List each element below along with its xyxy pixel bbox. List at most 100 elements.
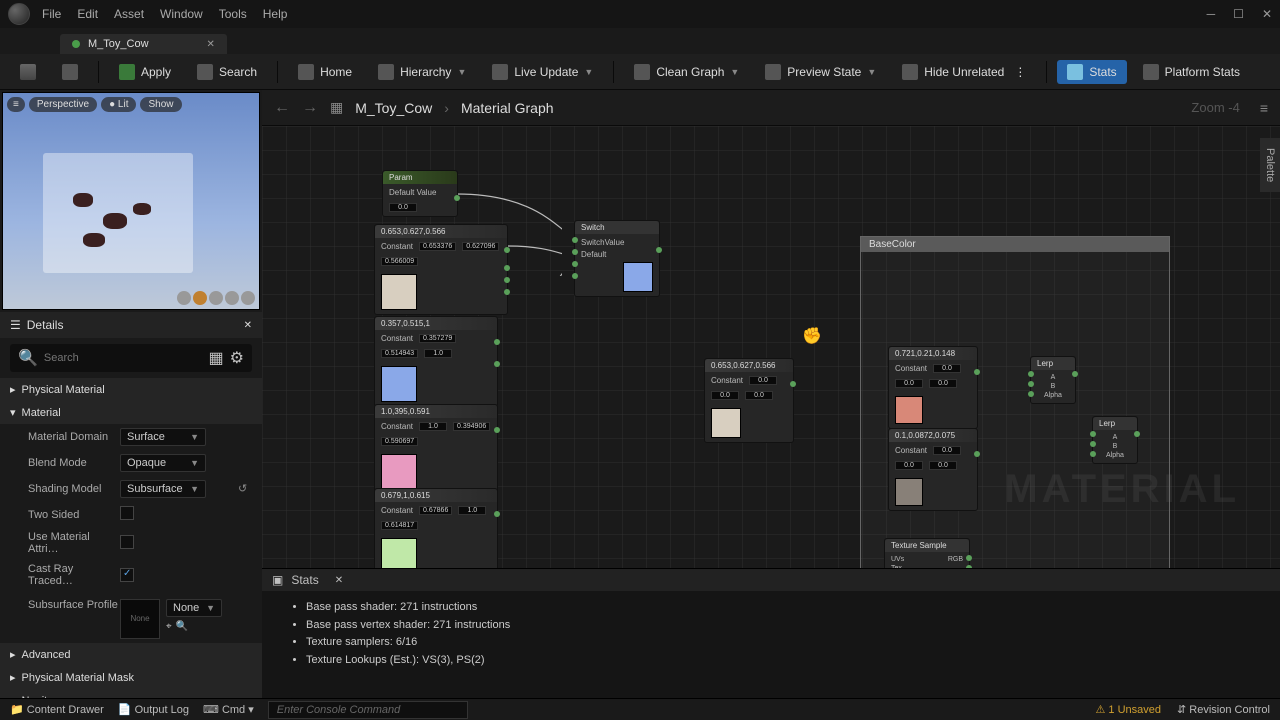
- dirty-dot-icon: [72, 40, 80, 48]
- graph-home-icon[interactable]: ▦: [330, 99, 343, 116]
- content-drawer-button[interactable]: 📁 Content Drawer: [10, 703, 104, 716]
- swatch-icon: [711, 408, 741, 438]
- category-advanced[interactable]: ▸Advanced: [0, 643, 262, 666]
- swatch-icon: [895, 396, 923, 424]
- apply-icon: [119, 64, 135, 80]
- category-material[interactable]: ▾Material: [0, 401, 262, 424]
- nav-forward-icon[interactable]: →: [302, 99, 318, 117]
- console-input[interactable]: Enter Console Command: [268, 701, 468, 719]
- node-constant-3[interactable]: 1.0,395,0.591 Constant 1.00.3949060.5906…: [374, 404, 498, 495]
- browse-icon: [62, 64, 78, 80]
- node-constant-5[interactable]: 0.653,0.627,0.566 Constant 0.00.00.0: [704, 358, 794, 443]
- pin-r[interactable]: [966, 565, 972, 568]
- live-update-button[interactable]: Live Update▼: [482, 60, 603, 84]
- node-constant-red[interactable]: 0.721,0.21,0.148 Constant 0.00.00.0: [888, 346, 978, 429]
- category-physical-material[interactable]: ▸Physical Material: [0, 378, 262, 401]
- use-attr-checkbox[interactable]: [120, 535, 134, 549]
- blend-mode-dropdown[interactable]: Opaque▼: [120, 454, 206, 472]
- node-constant-gray[interactable]: 0.1,0.0872,0.075 Constant 0.00.00.0: [888, 428, 978, 511]
- home-button[interactable]: Home: [288, 60, 362, 84]
- shape-mesh-icon[interactable]: [241, 291, 255, 305]
- chevron-right-icon: ▸: [10, 383, 16, 396]
- node-constant-2[interactable]: 0.357,0.515,1 Constant 0.3572790.5149431…: [374, 316, 498, 407]
- viewport-perspective-button[interactable]: Perspective: [29, 97, 97, 112]
- material-domain-dropdown[interactable]: Surface▼: [120, 428, 206, 446]
- chevron-down-icon: ▼: [730, 67, 739, 77]
- gear-icon[interactable]: ⚙: [230, 348, 244, 368]
- zoom-label: Zoom -4: [1191, 100, 1239, 115]
- category-physical-material-mask[interactable]: ▸Physical Material Mask: [0, 666, 262, 689]
- save-button[interactable]: [10, 60, 46, 84]
- details-close-icon[interactable]: ✕: [244, 320, 252, 331]
- app-logo: [8, 3, 30, 25]
- node-constant-1[interactable]: 0.653,0.627,0.566 Constant 0.6533760.627…: [374, 224, 508, 315]
- menu-help[interactable]: Help: [263, 7, 288, 21]
- menu-window[interactable]: Window: [160, 7, 203, 21]
- output-log-button[interactable]: 📄 Output Log: [118, 703, 189, 716]
- chevron-down-icon: ▾: [10, 406, 16, 419]
- cast-ray-checkbox[interactable]: [120, 568, 134, 582]
- shape-cube-icon[interactable]: [225, 291, 239, 305]
- browse-asset-icon[interactable]: 🔍: [176, 621, 188, 632]
- maximize-icon[interactable]: ☐: [1233, 7, 1244, 21]
- apply-button[interactable]: Apply: [109, 60, 181, 84]
- hide-unrelated-button[interactable]: Hide Unrelated⋮: [892, 60, 1036, 84]
- menu-edit[interactable]: Edit: [77, 7, 98, 21]
- two-sided-checkbox[interactable]: [120, 506, 134, 520]
- chevron-down-icon: ▼: [584, 67, 593, 77]
- reset-icon[interactable]: ↺: [238, 482, 252, 496]
- close-icon[interactable]: ✕: [1262, 7, 1272, 21]
- palette-tab[interactable]: Palette: [1260, 138, 1280, 192]
- revision-control-button[interactable]: ⇵ Revision Control: [1177, 703, 1270, 716]
- hierarchy-button[interactable]: Hierarchy▼: [368, 60, 476, 84]
- unsaved-button[interactable]: ⚠ 1 Unsaved: [1096, 703, 1162, 716]
- label-two-sided: Two Sided: [28, 509, 120, 521]
- details-search[interactable]: 🔍 ▦ ⚙: [10, 344, 252, 372]
- breadcrumb-graph[interactable]: Material Graph: [461, 100, 554, 116]
- cmd-button[interactable]: ⌨ Cmd ▾: [203, 703, 254, 716]
- label-subsurface-profile: Subsurface Profile: [28, 599, 120, 611]
- material-graph-canvas[interactable]: Param Default Value0.0 0.653,0.627,0.566…: [262, 126, 1280, 568]
- node-lerp-2[interactable]: Lerp ABAlpha: [1092, 416, 1138, 464]
- asset-tab[interactable]: M_Toy_Cow ✕: [60, 34, 227, 54]
- minimize-icon[interactable]: ─: [1207, 7, 1216, 21]
- save-icon: [20, 64, 36, 80]
- subsurface-dropdown[interactable]: None▼: [166, 599, 222, 617]
- preview-viewport[interactable]: ≡ Perspective ● Lit Show: [2, 92, 260, 310]
- filter-icon[interactable]: ▦: [209, 348, 224, 368]
- node-param[interactable]: Param Default Value0.0: [382, 170, 458, 217]
- menu-asset[interactable]: Asset: [114, 7, 144, 21]
- clean-graph-icon: [634, 64, 650, 80]
- more-icon[interactable]: ⋮: [1014, 65, 1026, 79]
- details-search-input[interactable]: [44, 352, 203, 364]
- nav-back-icon[interactable]: ←: [274, 99, 290, 117]
- node-switch[interactable]: Switch SwitchValue Default: [574, 220, 660, 297]
- browse-button[interactable]: [52, 60, 88, 84]
- shape-plane-icon[interactable]: [209, 291, 223, 305]
- preview-state-button[interactable]: Preview State▼: [755, 60, 886, 84]
- viewport-lit-button[interactable]: ● Lit: [101, 97, 136, 112]
- stats-button[interactable]: Stats: [1057, 60, 1126, 84]
- shading-model-dropdown[interactable]: Subsurface▼: [120, 480, 206, 498]
- menu-tools[interactable]: Tools: [219, 7, 247, 21]
- subsurface-thumb[interactable]: None: [120, 599, 160, 639]
- shape-cylinder-icon[interactable]: [177, 291, 191, 305]
- platform-stats-button[interactable]: Platform Stats: [1133, 60, 1250, 84]
- viewport-show-button[interactable]: Show: [140, 97, 181, 112]
- breadcrumb-asset[interactable]: M_Toy_Cow: [355, 100, 432, 116]
- chevron-down-icon: ▾: [10, 694, 16, 698]
- node-constant-4[interactable]: 0.679,1,0.615 Constant 0.678661.00.61481…: [374, 488, 498, 568]
- use-icon[interactable]: ⌖: [166, 621, 172, 632]
- search-button[interactable]: Search: [187, 60, 267, 84]
- tab-close-icon[interactable]: ✕: [207, 39, 215, 50]
- node-texture-sample[interactable]: Texture Sample UVsRGB Tex Apply View Mip…: [884, 538, 970, 568]
- viewport-menu-icon[interactable]: ≡: [7, 97, 25, 112]
- clean-graph-button[interactable]: Clean Graph▼: [624, 60, 749, 84]
- graph-menu-icon[interactable]: ≡: [1260, 100, 1268, 116]
- category-nanite[interactable]: ▾Nanite: [0, 689, 262, 698]
- hide-unrelated-icon: [902, 64, 918, 80]
- stats-close-icon[interactable]: ✕: [335, 575, 343, 586]
- shape-sphere-icon[interactable]: [193, 291, 207, 305]
- node-lerp-1[interactable]: Lerp ABAlpha: [1030, 356, 1076, 404]
- menu-file[interactable]: File: [42, 7, 61, 21]
